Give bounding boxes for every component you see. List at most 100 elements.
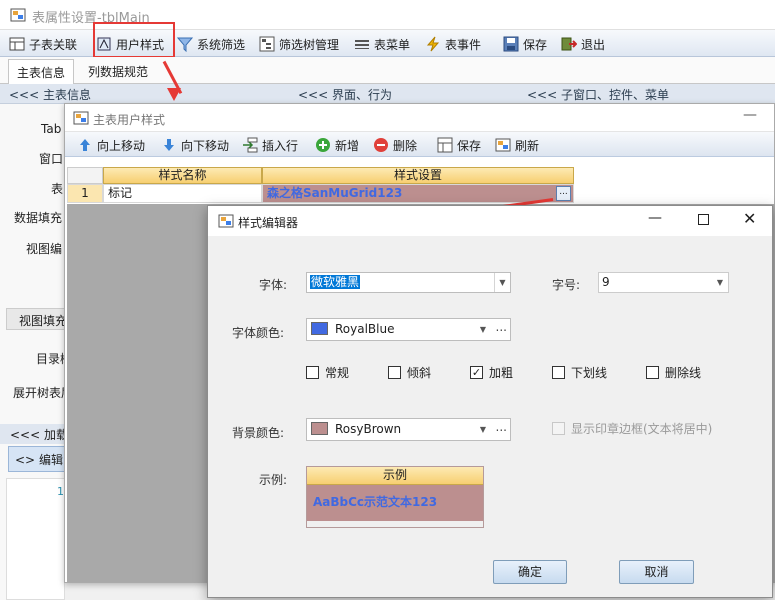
checkbox-box	[552, 366, 565, 379]
checkbox-label: 倾斜	[407, 366, 432, 380]
move-down-button[interactable]: 向下移动	[161, 135, 229, 155]
section-load[interactable]: <<< 加载	[0, 424, 68, 444]
checkbox-box	[306, 366, 319, 379]
arrow-head	[167, 88, 181, 101]
move-up-button[interactable]: 向上移动	[77, 135, 145, 155]
style-editor-dialog: 样式编辑器 — ✕ 字体: 微软雅黑 ▼ 字号: 9 ▼ 字体颜色: Royal…	[207, 205, 773, 598]
checkbox-label: 删除线	[665, 366, 702, 380]
refresh-icon	[495, 138, 511, 152]
toolbar-label: 保存	[523, 37, 548, 52]
checkbox-box: ✓	[470, 366, 483, 379]
tree-icon	[259, 36, 275, 52]
row-index: 1	[67, 184, 103, 203]
bg-color-more-button[interactable]: ...	[496, 417, 507, 438]
toolbar-table-link-button[interactable]: 子表关联	[9, 34, 77, 54]
toolbar-system-filter-button[interactable]: 系统筛选	[177, 34, 245, 54]
cell-style-name[interactable]: 标记	[103, 184, 262, 203]
filter-icon	[177, 37, 193, 52]
table-link-icon	[9, 37, 25, 51]
bg-color-combo[interactable]: RosyBrown ▼ ...	[306, 418, 511, 441]
checkbox-box	[388, 366, 401, 379]
left-form-panel: Tab 窗口 表 数据填充 视图编 视图填充 目录树 展开树表层 <<< 加载 …	[0, 104, 73, 600]
grid-corner	[67, 167, 103, 184]
window-icon	[73, 110, 89, 129]
section-main-info[interactable]: <<< 主表信息	[9, 86, 91, 103]
chevron-down-icon: ▼	[716, 278, 724, 287]
dialog-title-bar: 样式编辑器 — ✕	[208, 206, 772, 236]
checkbox-regular[interactable]: 常规	[306, 364, 349, 381]
checkbox-strikethrough[interactable]: 删除线	[646, 364, 701, 381]
checkbox-bold[interactable]: ✓ 加粗	[470, 364, 513, 381]
font-color-value: RoyalBlue	[335, 322, 395, 336]
save-icon	[437, 137, 453, 153]
tab-column-spec[interactable]: 列数据规范	[80, 59, 156, 84]
cell-style-setting[interactable]: 森之格SanMuGrid123	[262, 184, 574, 203]
checkbox-stamp-border[interactable]: 显示印章边框(文本将居中)	[552, 420, 712, 437]
cell-edit-button[interactable]: ...	[556, 186, 571, 201]
size-combo[interactable]: 9 ▼	[598, 272, 729, 293]
toolbar-label: 保存	[457, 138, 482, 153]
lightning-icon	[426, 36, 440, 52]
checkbox-box	[646, 366, 659, 379]
toolbar-table-event-button[interactable]: 表事件	[425, 34, 481, 54]
example-preview: 示例 AaBbCc示范文本123	[306, 466, 484, 528]
font-color-more-button[interactable]: ...	[496, 317, 507, 338]
bg-color-label: 背景颜色:	[232, 426, 285, 440]
example-header: 示例	[307, 467, 483, 485]
refresh-button[interactable]: 刷新	[495, 135, 539, 155]
arrow-down-icon	[164, 139, 174, 151]
child-save-button[interactable]: 保存	[437, 135, 481, 155]
insert-row-icon	[243, 137, 258, 153]
field-label: 窗口	[39, 152, 64, 166]
edit-tab[interactable]: <> 编辑	[8, 446, 65, 472]
minimize-button[interactable]: —	[743, 107, 757, 123]
checkbox-label: 常规	[325, 366, 350, 380]
checkbox-italic[interactable]: 倾斜	[388, 364, 431, 381]
toolbar-label: 表事件	[445, 37, 482, 52]
add-icon	[316, 138, 330, 152]
checkbox-underline[interactable]: 下划线	[552, 364, 607, 381]
example-text: AaBbCc示范文本123	[307, 485, 483, 521]
section-ui-behavior[interactable]: <<< 界面、行为	[298, 86, 392, 103]
column-header-name[interactable]: 样式名称	[103, 167, 262, 184]
ok-button[interactable]: 确定	[493, 560, 567, 584]
code-editor[interactable]: 1	[6, 478, 65, 600]
chevron-down-icon: ▼	[479, 325, 486, 334]
section-subwindow[interactable]: <<< 子窗口、控件、菜单	[527, 86, 669, 103]
minimize-button[interactable]: —	[648, 210, 662, 226]
toolbar-label: 筛选树管理	[279, 37, 340, 52]
toolbar-exit-button[interactable]: 退出	[561, 34, 605, 54]
delete-button[interactable]: 删除	[373, 135, 417, 155]
example-label: 示例:	[259, 473, 288, 487]
section-label: <<< 加载	[10, 428, 68, 442]
add-button[interactable]: 新增	[315, 135, 359, 155]
font-color-combo[interactable]: RoyalBlue ▼ ...	[306, 318, 511, 341]
insert-row-button[interactable]: 插入行	[242, 135, 298, 155]
menu-icon	[355, 40, 369, 49]
font-label: 字体:	[259, 278, 288, 292]
toolbar-label: 新增	[335, 138, 360, 153]
cancel-button[interactable]: 取消	[619, 560, 694, 584]
view-fill-tab[interactable]: 视图填充	[6, 308, 65, 330]
close-button[interactable]: ✕	[743, 209, 756, 228]
font-color-swatch	[311, 322, 328, 335]
toolbar-label: 系统筛选	[197, 37, 246, 52]
tab-label: 列数据规范	[88, 65, 149, 79]
tab-label: 主表信息	[17, 66, 66, 80]
ellipsis-label: ...	[559, 187, 568, 197]
tab-label: 视图填充	[19, 314, 65, 328]
toolbar-save-button[interactable]: 保存	[503, 34, 547, 54]
column-header-setting[interactable]: 样式设置	[262, 167, 574, 184]
dialog-body: 字体: 微软雅黑 ▼ 字号: 9 ▼ 字体颜色: RoyalBlue ▼ ...…	[208, 236, 772, 597]
code-icon: <>	[15, 453, 36, 467]
section-header-bar: <<< 主表信息 <<< 界面、行为 <<< 子窗口、控件、菜单	[0, 84, 775, 104]
tab-main-info[interactable]: 主表信息	[8, 59, 75, 84]
maximize-button[interactable]	[698, 214, 709, 225]
checkbox-box	[552, 422, 565, 435]
bg-color-value: RosyBrown	[335, 422, 402, 436]
toolbar-filter-tree-button[interactable]: 筛选树管理	[259, 34, 339, 54]
font-combo[interactable]: 微软雅黑 ▼	[306, 272, 511, 293]
size-label: 字号:	[552, 278, 581, 292]
font-color-label: 字体颜色:	[232, 326, 285, 340]
toolbar-table-menu-button[interactable]: 表菜单	[354, 34, 410, 54]
